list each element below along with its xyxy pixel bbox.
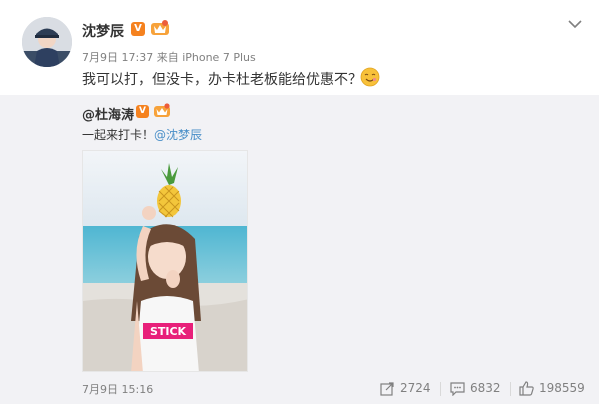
post-timestamp[interactable]: 7月9日 17:37 bbox=[82, 51, 153, 64]
weibo-post: 沈梦辰 V 7月9日 17:37 来自 iPhone 7 Plus 我可以打，但… bbox=[0, 0, 599, 404]
repost-member-crown-icon bbox=[153, 103, 171, 118]
post-author-name[interactable]: 沈梦辰 bbox=[82, 21, 124, 41]
like-action-button[interactable]: 198559 bbox=[519, 378, 585, 398]
repost-text: 一起来打卡！@沈梦辰 bbox=[82, 126, 202, 143]
repost-action-button[interactable]: 2724 bbox=[380, 378, 431, 398]
repost-photo[interactable]: STICK bbox=[82, 150, 248, 372]
post-content: 我可以打，但没卡，办卡杜老板能给优惠不？ bbox=[82, 72, 362, 88]
comment-icon bbox=[450, 381, 465, 396]
repost-text-prefix: 一起来打卡！ bbox=[82, 128, 155, 142]
repost-timestamp[interactable]: 7月9日 15:16 bbox=[82, 381, 153, 397]
repost-verified-badge-icon: V bbox=[136, 105, 149, 118]
divider bbox=[510, 382, 511, 396]
chevron-down-icon[interactable] bbox=[567, 15, 583, 29]
repost-author-name[interactable]: @杜海涛 bbox=[82, 104, 134, 123]
divider bbox=[440, 382, 441, 396]
photo-print-text: STICK bbox=[150, 325, 187, 338]
comment-count: 6832 bbox=[470, 381, 501, 395]
post-source: 来自 iPhone 7 Plus bbox=[156, 51, 256, 64]
post-meta: 7月9日 17:37 来自 iPhone 7 Plus bbox=[82, 49, 256, 65]
avatar[interactable] bbox=[22, 17, 72, 67]
member-crown-icon bbox=[150, 20, 170, 36]
share-icon bbox=[380, 381, 394, 396]
like-icon bbox=[519, 380, 534, 396]
comment-action-button[interactable]: 6832 bbox=[450, 378, 501, 398]
smile-emoji-icon bbox=[360, 67, 380, 87]
like-count: 198559 bbox=[539, 381, 585, 395]
mention-link[interactable]: @沈梦辰 bbox=[154, 128, 202, 142]
verified-badge-icon: V bbox=[131, 22, 145, 36]
repost-count: 2724 bbox=[400, 381, 431, 395]
